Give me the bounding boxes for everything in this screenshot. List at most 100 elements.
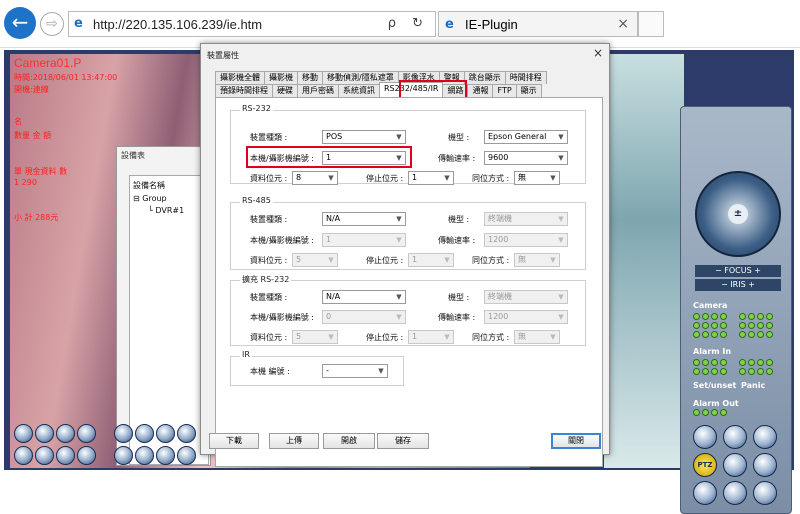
camera-dot[interactable] bbox=[766, 331, 773, 338]
camera-dot[interactable] bbox=[766, 322, 773, 329]
camera-dot[interactable] bbox=[711, 331, 718, 338]
ext-baud-label: 傳輸速率 : bbox=[438, 313, 476, 322]
camera-dot[interactable] bbox=[748, 313, 755, 320]
channel-button[interactable] bbox=[77, 446, 96, 465]
camera-dot[interactable] bbox=[720, 313, 727, 320]
rs232-model-select[interactable]: Epson General ▼ bbox=[484, 130, 568, 144]
search-camera-icon[interactable] bbox=[753, 453, 777, 477]
focus-minus[interactable]: − bbox=[715, 266, 722, 275]
camera-dot[interactable] bbox=[693, 331, 700, 338]
tool-button[interactable] bbox=[135, 446, 154, 465]
ptz-panel: ± − FOCUS + − IRIS + Camera Alarm In Set… bbox=[680, 106, 792, 514]
forward-arrow-icon[interactable]: ⇨ bbox=[40, 12, 64, 36]
camera-dot[interactable] bbox=[702, 313, 709, 320]
tab-ftp[interactable]: FTP bbox=[492, 84, 517, 97]
alarm-bell-icon[interactable] bbox=[723, 425, 747, 449]
channel-button[interactable] bbox=[56, 446, 75, 465]
tab-sequence[interactable]: 跳台顯示 bbox=[463, 71, 506, 84]
camera-label: Camera bbox=[693, 301, 728, 310]
address-bar[interactable]: e http://220.135.106.239/ie.htm ρ ↻ bbox=[68, 11, 436, 37]
camera-dot[interactable] bbox=[748, 322, 755, 329]
camera-dot[interactable] bbox=[693, 322, 700, 329]
network-icon[interactable] bbox=[723, 481, 747, 505]
ptz-button[interactable]: PTZ bbox=[693, 453, 717, 477]
layout-4-button[interactable] bbox=[35, 424, 54, 443]
iris-control[interactable]: − IRIS + bbox=[695, 279, 781, 291]
tab-notify[interactable]: 通報 bbox=[467, 84, 494, 97]
download-button[interactable]: 下載 bbox=[209, 433, 259, 449]
tab-system-info[interactable]: 系統資訊 bbox=[338, 84, 380, 97]
rs232-parity-select[interactable]: 無 ▼ bbox=[514, 171, 560, 185]
camera-dot[interactable] bbox=[757, 322, 764, 329]
tab-user-password[interactable]: 用戶密碼 bbox=[297, 84, 339, 97]
tool-button[interactable] bbox=[156, 446, 175, 465]
channel-button[interactable] bbox=[14, 446, 33, 465]
camera-dot[interactable] bbox=[766, 313, 773, 320]
camera-dot[interactable] bbox=[711, 313, 718, 320]
focus-plus[interactable]: + bbox=[754, 266, 761, 275]
ext-baud-select: 1200 ▼ bbox=[484, 310, 568, 324]
camera-dot[interactable] bbox=[739, 322, 746, 329]
upload-button[interactable]: 上傳 bbox=[269, 433, 319, 449]
record-button[interactable] bbox=[135, 424, 154, 443]
rs232-baud-select[interactable]: 9600 ▼ bbox=[484, 151, 568, 165]
camera-dot[interactable] bbox=[757, 313, 764, 320]
save-button[interactable]: 儲存 bbox=[377, 433, 429, 449]
layout-16-button[interactable] bbox=[77, 424, 96, 443]
camera-dot[interactable] bbox=[748, 331, 755, 338]
open-button[interactable]: 開啟 bbox=[323, 433, 375, 449]
settings-icon[interactable] bbox=[693, 481, 717, 505]
rs485-device-type-select[interactable]: N/A ▼ bbox=[322, 212, 406, 226]
browser-tab[interactable]: e IE-Plugin × bbox=[438, 11, 638, 37]
camera-dot[interactable] bbox=[702, 322, 709, 329]
tab-camera[interactable]: 攝影機 bbox=[264, 71, 298, 84]
audio-button[interactable] bbox=[177, 424, 196, 443]
rs232-device-type-select[interactable]: POS ▼ bbox=[322, 130, 406, 144]
camera-dot[interactable] bbox=[702, 331, 709, 338]
dropdown-arrow-icon: ▼ bbox=[396, 133, 402, 141]
tab-schedule[interactable]: 時間排程 bbox=[504, 71, 547, 84]
rs232-data-bits-select[interactable]: 8 ▼ bbox=[292, 171, 338, 185]
tab-motion[interactable]: 移動 bbox=[297, 71, 323, 84]
camera-dot[interactable] bbox=[739, 331, 746, 338]
playback-button[interactable] bbox=[114, 424, 133, 443]
channel-button[interactable] bbox=[35, 446, 54, 465]
schedule-icon[interactable] bbox=[693, 425, 717, 449]
ext-device-type-select[interactable]: N/A ▼ bbox=[322, 290, 406, 304]
tab-close-icon[interactable]: × bbox=[617, 16, 629, 32]
back-arrow-icon[interactable]: ← bbox=[4, 7, 36, 39]
iris-minus[interactable]: − bbox=[721, 280, 728, 289]
address-url[interactable]: http://220.135.106.239/ie.htm bbox=[93, 17, 262, 32]
zoom-center-icon[interactable]: ± bbox=[728, 204, 748, 224]
camera-dot[interactable] bbox=[720, 331, 727, 338]
globe-icon[interactable] bbox=[753, 481, 777, 505]
camera-dot[interactable] bbox=[720, 322, 727, 329]
ptz-direction-pad[interactable]: ± bbox=[695, 171, 781, 257]
refresh-icon[interactable]: ↻ bbox=[412, 16, 429, 31]
tab-camera-all[interactable]: 攝影機全體 bbox=[215, 71, 265, 84]
camera-dot[interactable] bbox=[693, 313, 700, 320]
print-icon[interactable] bbox=[753, 425, 777, 449]
focus-control[interactable]: − FOCUS + bbox=[695, 265, 781, 277]
tree-device[interactable]: └ DVR#1 bbox=[148, 206, 184, 215]
camera-dot[interactable] bbox=[739, 313, 746, 320]
tool-button[interactable] bbox=[177, 446, 196, 465]
info-icon[interactable] bbox=[723, 453, 747, 477]
search-icon[interactable]: ρ bbox=[388, 16, 402, 31]
new-tab-button[interactable] bbox=[638, 11, 664, 37]
tab-prerecord-schedule[interactable]: 預錄時間排程 bbox=[215, 84, 273, 97]
camera-dot[interactable] bbox=[711, 322, 718, 329]
layout-9-button[interactable] bbox=[56, 424, 75, 443]
rs232-stop-bits-select[interactable]: 1 ▼ bbox=[408, 171, 454, 185]
tool-button[interactable] bbox=[114, 446, 133, 465]
iris-plus[interactable]: + bbox=[748, 280, 755, 289]
tab-display[interactable]: 顯示 bbox=[515, 84, 542, 97]
dialog-close-icon[interactable]: × bbox=[593, 46, 603, 60]
layout-1-button[interactable] bbox=[14, 424, 33, 443]
tree-group[interactable]: ⊟ Group bbox=[133, 194, 167, 203]
camera-dot[interactable] bbox=[757, 331, 764, 338]
ir-select[interactable]: - ▼ bbox=[322, 364, 388, 378]
close-button[interactable]: 關閉 bbox=[551, 433, 601, 449]
tab-hdd[interactable]: 硬碟 bbox=[272, 84, 298, 97]
snapshot-button[interactable] bbox=[156, 424, 175, 443]
